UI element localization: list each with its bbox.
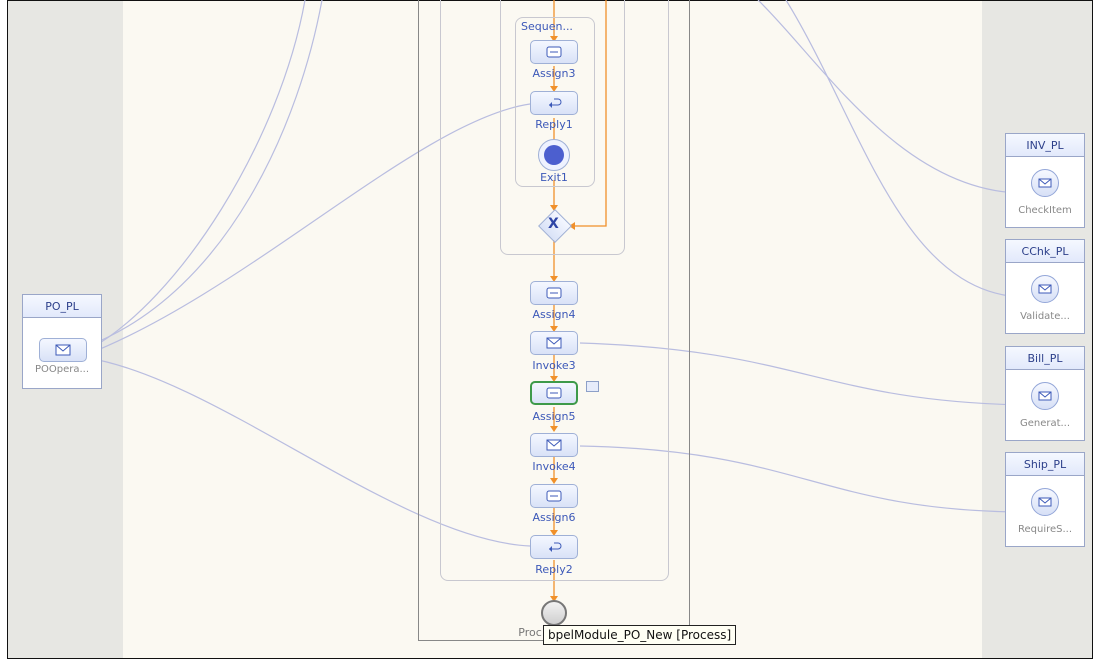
assign3-label: Assign3 [532, 67, 576, 80]
envelope-icon [546, 337, 562, 349]
assign6-label: Assign6 [532, 511, 576, 524]
cchk-operation-port[interactable] [1031, 275, 1059, 303]
po-operation-port[interactable] [39, 338, 87, 362]
assign-icon [546, 46, 562, 58]
assign3-activity[interactable] [530, 40, 578, 64]
reply1-label: Reply1 [535, 118, 573, 131]
envelope-icon [1038, 284, 1052, 294]
partner-link-ship[interactable]: Ship_PL RequireS... [1005, 452, 1085, 547]
process-tooltip: bpelModule_PO_New [Process] [543, 625, 737, 645]
partner-link-po[interactable]: PO_PL POOpera... [22, 294, 102, 389]
exit-icon [544, 145, 564, 165]
assign4-label: Assign4 [532, 308, 576, 321]
assign5-activity[interactable] [530, 381, 578, 405]
gateway-x-icon: X [548, 216, 559, 232]
envelope-icon [546, 439, 562, 451]
exit1-activity[interactable] [538, 139, 570, 171]
assign6-activity[interactable] [530, 484, 578, 508]
cchk-operation-label: Validate... [1020, 311, 1070, 322]
ship-operation-label: RequireS... [1017, 524, 1073, 535]
wire-po-top-1 [87, 0, 323, 347]
partner-link-bill-name: Bill_PL [1006, 347, 1084, 370]
assign-icon [546, 287, 562, 299]
invoke4-label: Invoke4 [532, 460, 576, 473]
envelope-icon [55, 344, 71, 356]
bill-operation-port[interactable] [1031, 382, 1059, 410]
ship-operation-port[interactable] [1031, 488, 1059, 516]
invoke3-label: Invoke3 [532, 359, 576, 372]
reply-icon [549, 98, 562, 108]
inv-operation-port[interactable] [1031, 169, 1059, 197]
invoke4-activity[interactable] [530, 433, 578, 457]
assign-icon [546, 490, 562, 502]
documentation-icon[interactable] [586, 381, 599, 392]
envelope-icon [1038, 178, 1052, 188]
assign5-label: Assign5 [532, 410, 576, 423]
partner-link-cchk-name: CChk_PL [1006, 240, 1084, 263]
exit1-label: Exit1 [540, 171, 568, 184]
wire-inv [757, 0, 1021, 194]
reply2-activity[interactable] [530, 535, 578, 559]
bill-operation-label: Generat... [1019, 418, 1071, 429]
process-end-label: Proc [518, 626, 542, 639]
sequence-label: Sequen... [521, 20, 573, 33]
reply2-label: Reply2 [535, 563, 573, 576]
po-operation-label: POOpera... [34, 364, 90, 375]
partner-link-inv[interactable]: INV_PL CheckItem [1005, 133, 1085, 228]
reply1-activity[interactable] [530, 91, 578, 115]
assign-icon [546, 387, 562, 399]
inv-operation-label: CheckItem [1018, 205, 1072, 216]
partner-link-po-name: PO_PL [23, 295, 101, 318]
process-end-icon[interactable] [541, 600, 567, 626]
reply-icon [549, 542, 562, 552]
wire-po-top-2 [87, 0, 306, 351]
partner-link-inv-name: INV_PL [1006, 134, 1084, 157]
partner-link-bill[interactable]: Bill_PL Generat... [1005, 346, 1085, 441]
partner-link-cchk[interactable]: CChk_PL Validate... [1005, 239, 1085, 334]
partner-link-ship-name: Ship_PL [1006, 453, 1084, 476]
envelope-icon [1038, 497, 1052, 507]
envelope-icon [1038, 391, 1052, 401]
assign4-activity[interactable] [530, 281, 578, 305]
invoke3-activity[interactable] [530, 331, 578, 355]
